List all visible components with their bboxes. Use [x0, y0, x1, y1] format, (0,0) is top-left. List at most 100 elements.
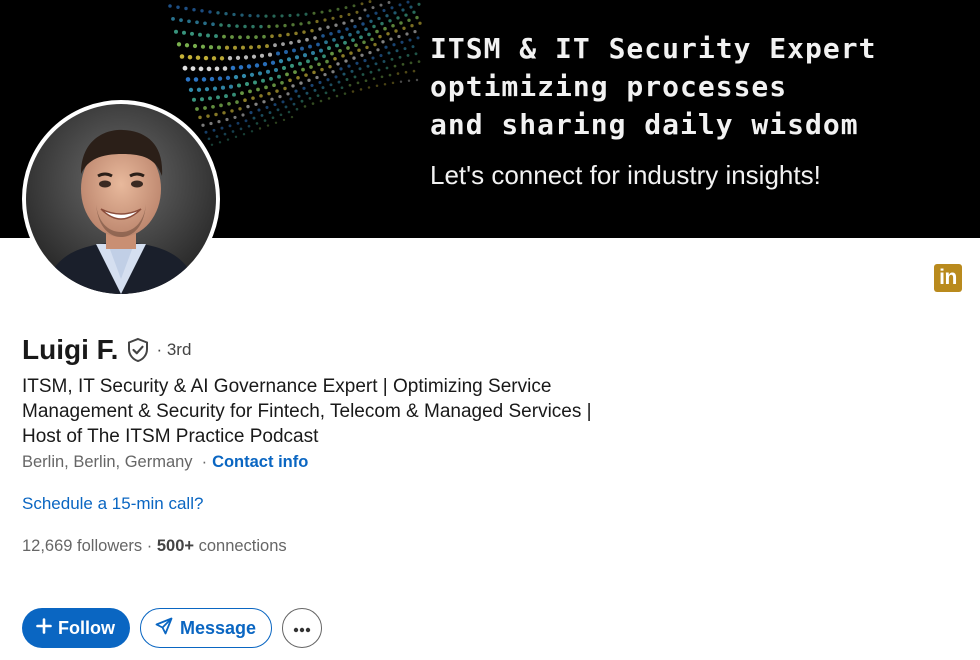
banner-dot: [209, 121, 213, 126]
banner-dot: [302, 30, 306, 34]
banner-dot: [391, 81, 395, 85]
banner-dot: [401, 63, 405, 66]
banner-dot: [310, 83, 314, 87]
banner-dot: [342, 72, 346, 76]
banner-dot: [206, 114, 210, 118]
banner-dot: [294, 89, 298, 93]
banner-dot: [353, 75, 357, 79]
banner-dot: [350, 19, 354, 23]
banner-dot: [305, 37, 309, 42]
banner-dot: [300, 99, 304, 103]
profile-avatar[interactable]: [22, 100, 220, 298]
banner-dot: [277, 74, 281, 79]
banner-dot: [321, 34, 325, 38]
banner-dot: [372, 24, 376, 29]
banner-dot: [273, 67, 279, 73]
banner-dot: [248, 89, 252, 94]
banner-dot: [380, 21, 384, 26]
banner-dot: [390, 57, 394, 61]
banner-dot: [292, 102, 296, 106]
banner-dot: [227, 101, 231, 106]
banner-dot: [280, 14, 284, 18]
banner-dot: [331, 70, 335, 74]
banner-dot: [211, 22, 215, 27]
banner-dot: [201, 77, 207, 82]
banner-dot: [360, 53, 364, 57]
banner-dot: [220, 85, 226, 90]
location-row: Berlin, Berlin, Germany · Contact info: [22, 453, 308, 472]
banner-dot: [228, 124, 232, 128]
banner-dot: [241, 45, 245, 50]
banner-dot: [367, 86, 371, 89]
linkedin-brand-icon[interactable]: in: [934, 264, 962, 292]
banner-dot: [276, 108, 280, 112]
banner-dot: [198, 66, 204, 72]
banner-dot: [270, 34, 274, 38]
banner-dot: [418, 21, 422, 25]
banner-dot: [256, 14, 260, 18]
banner-dot: [291, 84, 295, 88]
banner-dot: [248, 13, 252, 18]
banner-dot: [395, 49, 399, 53]
banner-dot: [308, 97, 312, 100]
banner-dot: [254, 102, 258, 106]
banner-dot: [211, 104, 215, 109]
banner-dot: [263, 119, 267, 122]
banner-dot: [362, 40, 366, 45]
banner-dot: [310, 28, 314, 33]
banner-dot: [179, 54, 185, 59]
profile-name: Luigi F.: [22, 334, 119, 365]
more-actions-button[interactable]: [282, 608, 323, 648]
banner-dot: [176, 5, 180, 9]
banner-dot: [192, 43, 198, 49]
shield-check-icon[interactable]: [126, 337, 150, 363]
banner-dot: [366, 64, 370, 68]
banner-dot: [355, 61, 359, 65]
banner-dot: [348, 83, 352, 87]
profile-location: Berlin, Berlin, Germany: [22, 453, 193, 471]
banner-dot: [382, 60, 386, 63]
contact-info-link[interactable]: Contact info: [212, 453, 308, 472]
banner-dot: [267, 24, 271, 29]
banner-dot: [296, 13, 300, 17]
banner-dot: [348, 32, 352, 37]
followers-count[interactable]: 12,669 followers: [22, 537, 142, 555]
banner-dot: [261, 78, 265, 83]
banner-dot: [397, 34, 401, 39]
banner-dot: [238, 35, 242, 40]
follow-button[interactable]: Follow: [22, 608, 130, 648]
banner-dot: [322, 54, 326, 59]
schedule-call-link[interactable]: Schedule a 15-min call?: [22, 494, 203, 514]
banner-dot: [278, 33, 282, 38]
banner-dot: [405, 32, 409, 36]
banner-dot: [264, 85, 268, 90]
banner-dot: [262, 34, 266, 39]
connections-count[interactable]: 500+: [157, 537, 194, 555]
banner-dot: [257, 71, 263, 76]
banner-dot: [407, 18, 411, 23]
banner-dot: [249, 111, 253, 115]
banner-dot: [233, 74, 239, 80]
banner-dot: [200, 44, 206, 49]
banner-dot: [345, 27, 349, 31]
banner-dot: [353, 24, 357, 29]
banner-dot: [323, 72, 327, 77]
banner-dot: [210, 143, 214, 147]
banner-dot: [284, 105, 288, 109]
banner-dot: [361, 73, 365, 76]
banner-dot: [218, 141, 222, 144]
banner-dot: [220, 126, 224, 130]
banner-dot: [208, 10, 212, 14]
banner-dot: [305, 91, 309, 95]
banner-dot: [238, 107, 242, 111]
banner-dot: [364, 79, 368, 83]
banner-dot: [316, 94, 320, 97]
banner-dot: [391, 24, 395, 28]
banner-dot: [317, 62, 321, 67]
banner-dot: [376, 48, 380, 52]
banner-dot: [296, 76, 300, 80]
banner-dot: [330, 51, 334, 56]
message-button[interactable]: Message: [140, 608, 273, 648]
banner-dot: [256, 87, 260, 92]
banner-dot: [409, 5, 413, 9]
